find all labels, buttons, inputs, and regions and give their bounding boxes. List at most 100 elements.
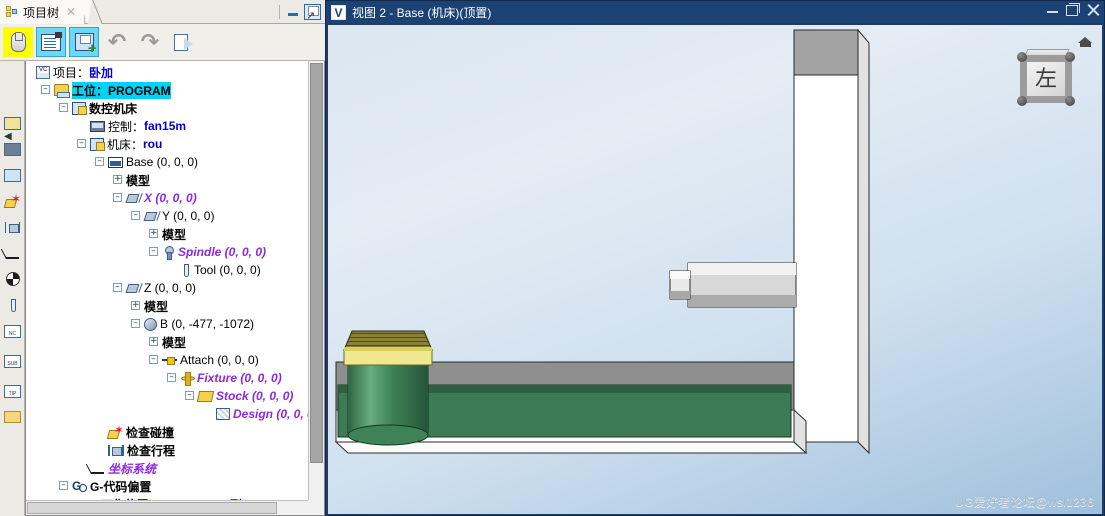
tree-row[interactable]: – Attach (0, 0, 0) — [26, 351, 309, 369]
restore-icon[interactable] — [1066, 3, 1080, 16]
tree-row-label: G-代码偏置 — [90, 479, 152, 494]
minimize-icon[interactable] — [1046, 3, 1059, 16]
tip-folder-tool[interactable]: TIP — [1, 379, 24, 403]
tree-row[interactable]: 控制： fan15m — [26, 117, 309, 135]
tool-in-box-icon — [4, 168, 21, 182]
collapse-toggle[interactable]: – — [149, 355, 158, 364]
tree-row[interactable]: – 工位：PROGRAM — [26, 81, 309, 99]
tool-list-icon — [7, 298, 18, 312]
rotary-tool[interactable] — [1, 267, 24, 291]
expand-toggle[interactable]: + — [113, 175, 122, 184]
close-icon[interactable] — [1087, 3, 1100, 16]
collapse-toggle[interactable]: – — [149, 247, 158, 256]
tool-library-tool[interactable] — [1, 293, 24, 317]
tree-vertical-scrollbar[interactable] — [308, 61, 324, 515]
export-tool[interactable] — [168, 27, 198, 57]
restore-icon[interactable] — [304, 4, 321, 22]
tree-row[interactable]: 检查碰撞 — [26, 423, 309, 441]
expand-toggle[interactable]: + — [131, 301, 140, 310]
setup-stock-tool[interactable] — [1, 111, 24, 135]
tree-vertical-thumb[interactable] — [310, 63, 323, 463]
close-icon[interactable]: ✕ — [64, 6, 76, 18]
travel-limit-icon — [4, 221, 21, 234]
tree-row[interactable]: Design (0, 0, 0) — [26, 405, 309, 423]
export-shape-icon — [173, 33, 193, 51]
undo-tool[interactable]: ↶ — [102, 27, 132, 57]
collapse-toggle[interactable]: – — [113, 283, 122, 292]
collapse-toggle[interactable]: – — [59, 481, 68, 490]
tree-row[interactable]: – G-代码偏置 — [26, 477, 309, 495]
tree-row-label: 模型 — [126, 173, 151, 188]
panel-window-buttons — [279, 2, 321, 22]
view-titlebar: V 视图 2 - Base (机床)(顶置) — [326, 1, 1104, 23]
collapse-toggle[interactable]: – — [77, 139, 86, 148]
view-window-buttons — [1046, 3, 1100, 16]
tree-row[interactable]: + 模型 — [26, 171, 309, 189]
collapse-toggle[interactable]: – — [185, 391, 194, 400]
3d-viewport[interactable]: 左 UG爱好者论坛@wsl1236 — [328, 25, 1102, 514]
view-window: V 视图 2 - Base (机床)(顶置) 左 UG爱好者论坛@wsl1236 — [325, 0, 1105, 516]
machine-panel-tool[interactable] — [1, 137, 24, 161]
tree-row-label: Spindle (0, 0, 0) — [178, 245, 267, 259]
folder-tool[interactable] — [1, 405, 24, 429]
tool-setup-tool[interactable] — [1, 163, 24, 187]
minimize-icon[interactable] — [286, 5, 300, 19]
tree-row[interactable]: – 数控机床 — [26, 99, 309, 117]
collapse-toggle[interactable]: – — [167, 373, 176, 382]
nc-file-tool[interactable]: NC — [1, 319, 24, 343]
edit-properties-tool[interactable] — [36, 27, 66, 57]
view-cube-corner[interactable] — [1065, 52, 1075, 62]
tree-row[interactable]: Tool (0, 0, 0) — [26, 261, 309, 279]
tree-row[interactable]: + 模型 — [26, 225, 309, 243]
tree-row[interactable]: 项目：卧加 — [26, 63, 309, 81]
tree-row[interactable]: – B (0, -477, -1072) — [26, 315, 309, 333]
tree-row-label: 检查行程 — [127, 443, 176, 458]
stock-icon — [196, 390, 215, 402]
tree-row[interactable]: 检查行程 — [26, 441, 309, 459]
project-tree-panel: 项目树 ✕ ↶ ↷ — [0, 0, 325, 516]
application-window: 项目树 ✕ ↶ ↷ — [0, 0, 1105, 516]
tree-row[interactable]: – Y (0, 0, 0) — [26, 207, 309, 225]
control-icon — [90, 120, 105, 132]
view-cube-front-face[interactable]: 左 — [1020, 55, 1072, 103]
expand-toggle[interactable]: + — [149, 229, 158, 238]
collapse-toggle[interactable]: – — [131, 211, 140, 220]
view-title-text: 视图 2 - Base (机床)(顶置) — [352, 5, 492, 20]
collapse-toggle[interactable]: – — [113, 193, 122, 202]
view-cube[interactable]: 左 — [1015, 47, 1077, 109]
home-icon[interactable] — [1078, 33, 1093, 47]
travel-icon — [108, 444, 124, 457]
coordinate-system-tool[interactable] — [1, 241, 24, 265]
collapse-toggle[interactable]: – — [131, 319, 140, 328]
tree-row[interactable]: – Fixture (0, 0, 0) — [26, 369, 309, 387]
tree-row[interactable]: + 模型 — [26, 333, 309, 351]
view-cube-corner[interactable] — [1065, 96, 1075, 106]
expand-toggle[interactable]: + — [149, 337, 158, 346]
tree-row[interactable]: – 机床： rou — [26, 135, 309, 153]
sub-file-icon: SUB — [4, 354, 21, 368]
tree-row-label: Base (0, 0, 0) — [126, 155, 199, 169]
view-cube-corner[interactable] — [1017, 96, 1027, 106]
tree-row[interactable]: – Stock (0, 0, 0) — [26, 387, 309, 405]
tree-row[interactable]: – Z (0, 0, 0) — [26, 279, 309, 297]
project-tree[interactable]: 项目：卧加–工位：PROGRAM–数控机床控制：fan15m–机床：rou–Ba… — [26, 63, 309, 511]
redo-tool[interactable]: ↷ — [135, 27, 165, 57]
tree-horizontal-scrollbar[interactable] — [26, 500, 324, 515]
tree-row[interactable]: + 模型 — [26, 297, 309, 315]
view-cube-corner[interactable] — [1017, 52, 1027, 62]
collision-tool[interactable] — [1, 189, 24, 213]
collapse-toggle[interactable]: – — [41, 85, 50, 94]
tree-row[interactable]: – Base (0, 0, 0) — [26, 153, 309, 171]
tree-horizontal-thumb[interactable] — [27, 502, 277, 514]
pick-mouse-tool[interactable] — [3, 27, 33, 57]
tab-project-tree[interactable]: 项目树 ✕ — [0, 0, 86, 24]
tree-row[interactable]: – Spindle (0, 0, 0) — [26, 243, 309, 261]
divider — [279, 5, 280, 19]
tree-row[interactable]: – X (0, 0, 0) — [26, 189, 309, 207]
travel-limit-tool[interactable] — [1, 215, 24, 239]
collapse-toggle[interactable]: – — [95, 157, 104, 166]
sub-program-tool[interactable]: SUB — [1, 349, 24, 373]
collapse-toggle[interactable]: – — [59, 103, 68, 112]
tree-row[interactable]: 坐标系统 — [26, 459, 309, 477]
add-component-tool[interactable] — [69, 27, 99, 57]
